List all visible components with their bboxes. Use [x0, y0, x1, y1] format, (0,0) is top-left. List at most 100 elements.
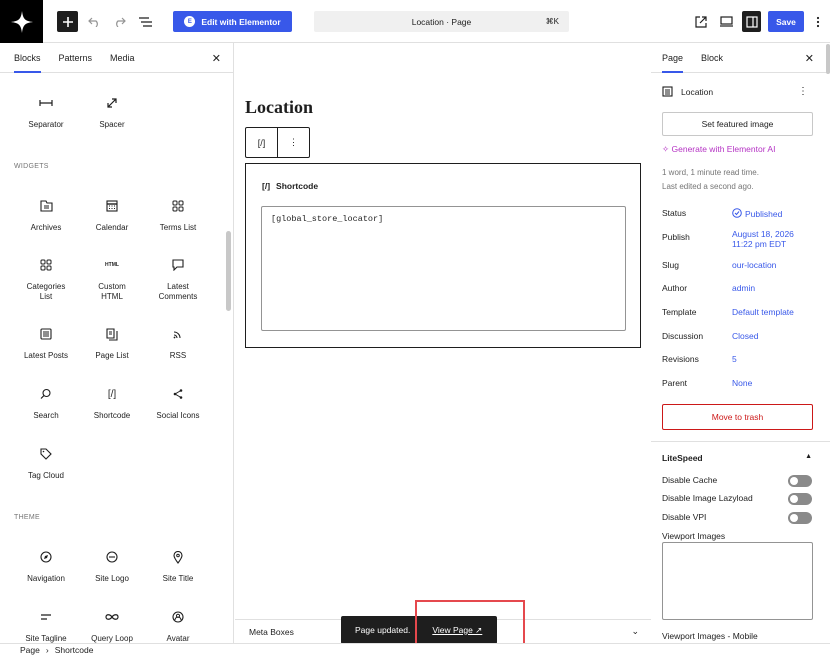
more-vertical-icon: [816, 16, 820, 27]
block-label: RSS: [169, 351, 187, 360]
settings-scrollbar[interactable]: [826, 44, 830, 74]
tab-blocks[interactable]: Blocks: [14, 43, 41, 73]
block-page-list[interactable]: Page List: [79, 326, 145, 361]
discussion-row: Discussion Closed: [662, 331, 759, 341]
block-avatar[interactable]: Avatar: [145, 609, 211, 643]
spacer-icon: [107, 98, 117, 108]
shortcode-block[interactable]: [/] Shortcode [global_store_locator]: [245, 163, 641, 348]
close-settings-icon[interactable]: ✕: [805, 52, 814, 65]
block-label: Site Logo: [95, 574, 129, 583]
command-palette-bar[interactable]: Location · Page ⌘K: [314, 11, 569, 32]
block-search[interactable]: Search: [13, 386, 79, 421]
block-site-title[interactable]: Site Title: [145, 549, 211, 584]
inserter-scrollbar[interactable]: [226, 231, 231, 311]
tab-block[interactable]: Block: [701, 43, 723, 73]
shortcode-icon: [/]: [107, 388, 117, 400]
block-label: Site Title: [162, 574, 194, 583]
list-view-icon: [138, 16, 152, 27]
block-label: Separator: [28, 120, 64, 129]
slug-value[interactable]: our-location: [732, 260, 776, 270]
disable-lazyload-toggle[interactable]: [788, 493, 812, 505]
save-button[interactable]: Save: [768, 11, 804, 32]
discussion-value[interactable]: Closed: [732, 331, 758, 341]
author-value[interactable]: admin: [732, 283, 755, 293]
edit-with-elementor-button[interactable]: E Edit with Elementor: [173, 11, 292, 32]
tab-page[interactable]: Page: [662, 43, 683, 73]
slug-row: Slug our-location: [662, 260, 777, 270]
block-site-tagline[interactable]: Site Tagline: [13, 609, 79, 643]
sparkle-logo-icon: [10, 10, 33, 33]
page-title[interactable]: Location: [245, 97, 313, 118]
sidebar-icon: [745, 15, 758, 28]
chevron-up-icon[interactable]: ▲: [805, 453, 812, 460]
block-label: Page List: [95, 351, 129, 360]
block-separator[interactable]: Separator: [13, 95, 79, 130]
undo-icon: [87, 17, 98, 27]
block-latest-posts[interactable]: Latest Posts: [13, 326, 79, 361]
block-rss[interactable]: RSS: [145, 326, 211, 361]
tab-media[interactable]: Media: [110, 43, 135, 73]
move-to-trash-button[interactable]: Move to trash: [662, 404, 813, 430]
command-title: Location · Page: [411, 16, 472, 27]
litespeed-title[interactable]: LiteSpeed: [662, 453, 703, 463]
settings-toggle-button[interactable]: [742, 11, 761, 32]
block-shortcode[interactable]: [/] Shortcode: [79, 386, 145, 421]
preview-button[interactable]: [717, 11, 735, 32]
block-categories-list[interactable]: Categories List: [13, 257, 79, 302]
publish-date-value[interactable]: August 18, 2026 11:22 pm EDT: [732, 229, 794, 249]
page-list-icon: [106, 327, 118, 341]
block-site-logo[interactable]: Site Logo: [79, 549, 145, 584]
generate-ai-link[interactable]: ✧ Generate with Elementor AI: [662, 144, 775, 155]
custom-html-icon: HTML: [105, 262, 119, 268]
template-value[interactable]: Default template: [732, 307, 794, 317]
set-featured-image-button[interactable]: Set featured image: [662, 112, 813, 136]
undo-button[interactable]: [86, 11, 102, 32]
block-archives[interactable]: Archives: [13, 198, 79, 233]
viewport-images-mobile-label: Viewport Images - Mobile: [662, 631, 758, 641]
block-label: Shortcode: [93, 411, 131, 420]
block-spacer[interactable]: Spacer: [79, 95, 145, 130]
parent-value[interactable]: None: [732, 378, 752, 388]
read-time: 1 word, 1 minute read time.: [662, 168, 759, 177]
shortcode-input[interactable]: [global_store_locator]: [261, 206, 626, 331]
external-link-icon: [695, 15, 707, 28]
block-label: Search: [33, 411, 59, 420]
redo-icon: [115, 17, 126, 27]
viewport-images-input[interactable]: [662, 542, 813, 620]
document-actions-icon[interactable]: ⋮: [798, 86, 808, 97]
status-value[interactable]: Published: [732, 208, 782, 219]
categories-list-icon: [40, 259, 52, 271]
document-overview-button[interactable]: [137, 11, 153, 32]
elementor-label: Edit with Elementor: [201, 16, 281, 27]
close-inserter-icon[interactable]: ✕: [212, 52, 221, 65]
block-navigation[interactable]: Navigation: [13, 549, 79, 584]
block-query-loop[interactable]: Query Loop: [79, 609, 145, 643]
revisions-value[interactable]: 5: [732, 354, 737, 364]
block-label: Categories List: [26, 282, 66, 301]
published-check-icon: [732, 208, 742, 218]
calendar-icon: [106, 200, 118, 212]
block-calendar[interactable]: Calendar: [79, 198, 145, 233]
view-page-button[interactable]: [693, 11, 709, 32]
disable-vpi-toggle[interactable]: [788, 512, 812, 524]
revisions-row: Revisions 5: [662, 354, 737, 364]
disable-cache-toggle[interactable]: [788, 475, 812, 487]
block-terms-list[interactable]: Terms List: [145, 198, 211, 233]
redo-button[interactable]: [111, 11, 127, 32]
author-row: Author admin: [662, 283, 756, 293]
block-options-button[interactable]: ⋮: [277, 128, 309, 157]
site-logo-icon: [106, 551, 118, 563]
block-label: Spacer: [99, 120, 125, 129]
block-latest-comments[interactable]: Latest Comments: [145, 257, 211, 302]
breadcrumb-page[interactable]: Page: [20, 645, 40, 655]
tab-patterns[interactable]: Patterns: [59, 43, 93, 73]
block-type-button[interactable]: [/]: [246, 128, 277, 157]
breadcrumb-shortcode[interactable]: Shortcode: [55, 645, 94, 655]
block-custom-html[interactable]: HTML Custom HTML: [79, 257, 145, 302]
options-menu-button[interactable]: [812, 11, 824, 32]
add-block-button[interactable]: [57, 11, 78, 32]
block-label: Tag Cloud: [27, 471, 65, 480]
site-logo-button[interactable]: [0, 0, 43, 43]
block-social-icons[interactable]: Social Icons: [145, 386, 211, 421]
block-tag-cloud[interactable]: Tag Cloud: [13, 446, 79, 481]
